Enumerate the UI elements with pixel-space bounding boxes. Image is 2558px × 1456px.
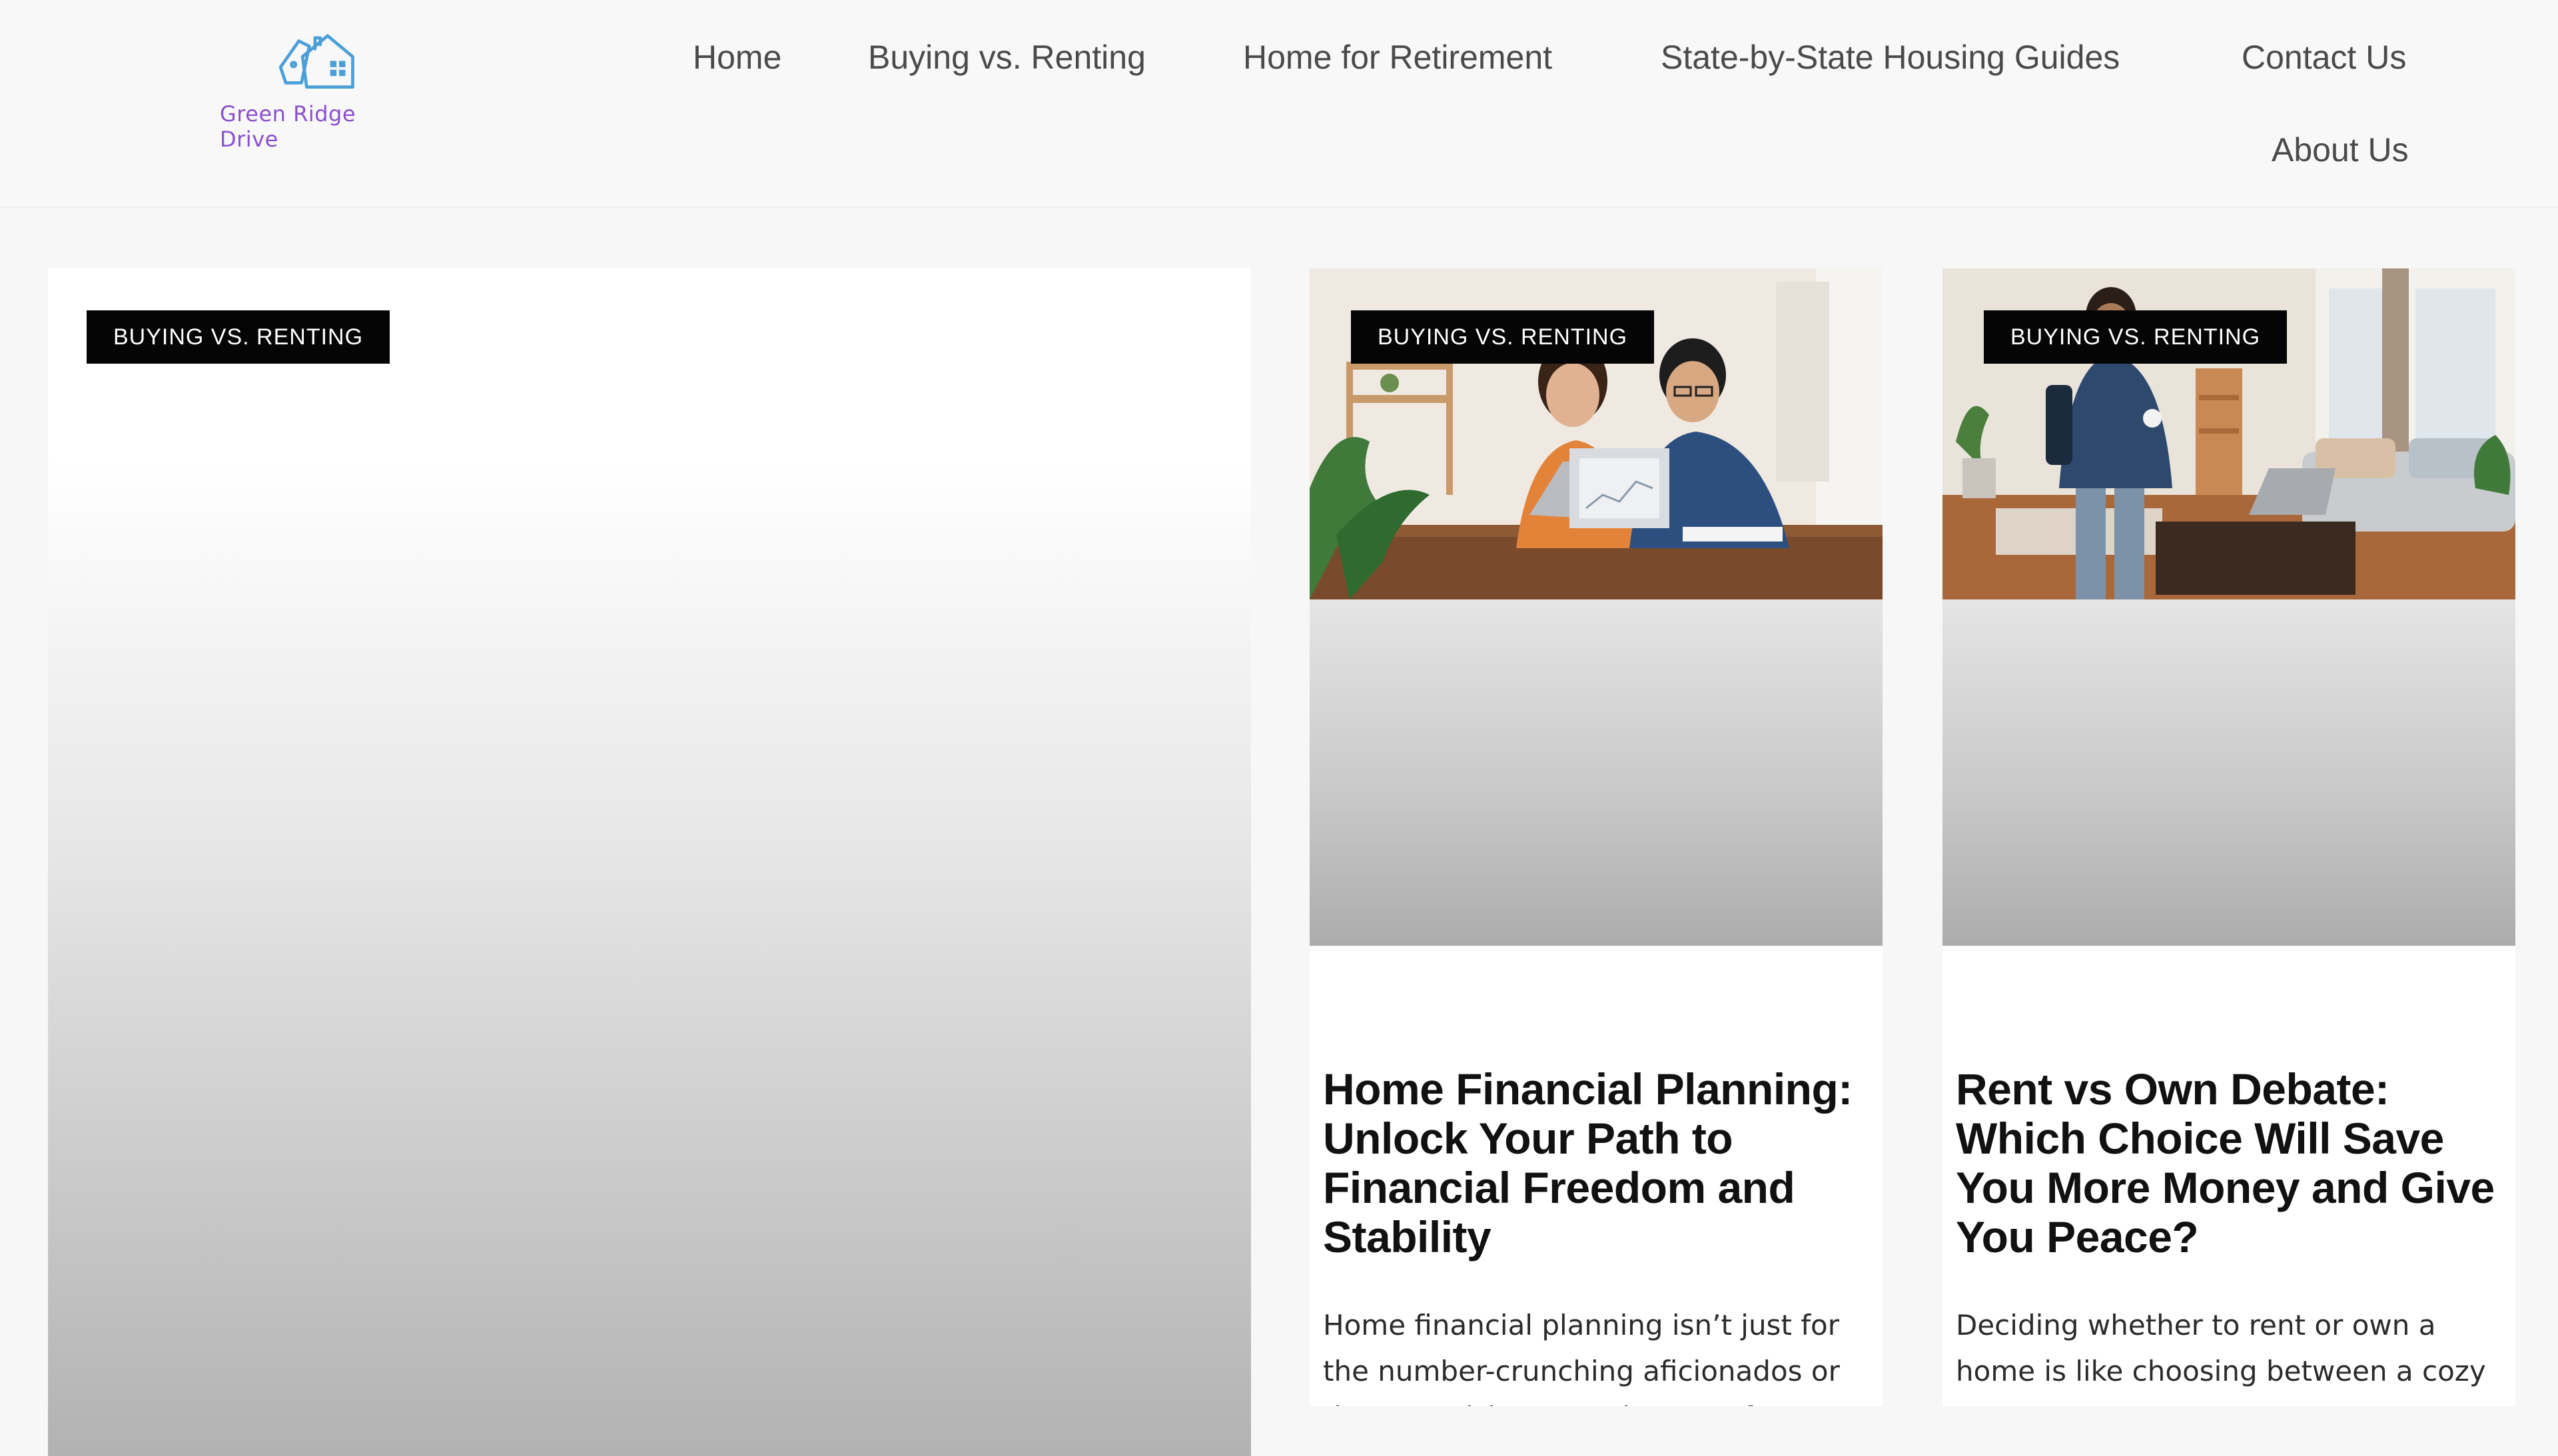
post-excerpt: Deciding whether to rent or own a home i… <box>1956 1309 2486 1406</box>
image-overlay <box>1942 599 2515 946</box>
post-card[interactable]: BUYING VS. RENTING Home Financial Planni… <box>1310 268 1883 1406</box>
post-title[interactable]: Home Financial Planning: Unlock Your Pat… <box>1323 1064 1869 1262</box>
couple-at-laptop-photo[interactable]: BUYING VS. RENTING <box>1310 268 1883 599</box>
nav-about-us[interactable]: About Us <box>2272 130 2409 170</box>
category-badge[interactable]: BUYING VS. RENTING <box>1984 310 2288 364</box>
site-header: Green Ridge Drive Home Buying vs. Rentin… <box>0 0 2558 208</box>
nav-contact-us[interactable]: Contact Us <box>2242 37 2406 77</box>
man-in-living-room-photo[interactable]: BUYING VS. RENTING <box>1942 268 2515 599</box>
category-badge[interactable]: BUYING VS. RENTING <box>1351 310 1655 364</box>
featured-post-card[interactable]: BUYING VS. RENTING <box>48 268 1251 1456</box>
nav-home-for-retirement[interactable]: Home for Retirement <box>1243 37 1552 77</box>
post-card[interactable]: BUYING VS. RENTING Rent vs Own Debate: W… <box>1942 268 2515 1406</box>
category-badge[interactable]: BUYING VS. RENTING <box>87 310 390 364</box>
nav-home[interactable]: Home <box>693 37 781 77</box>
post-title[interactable]: Rent vs Own Debate: Which Choice Will Sa… <box>1956 1064 2502 1262</box>
featured-image-placeholder <box>48 268 1251 1456</box>
post-excerpt: Home financial planning isn’t just for t… <box>1323 1309 1840 1406</box>
nav-buying-vs-renting[interactable]: Buying vs. Renting <box>868 37 1146 77</box>
nav-state-guides[interactable]: State-by-State Housing Guides <box>1661 37 2120 77</box>
main-nav: Home Buying vs. Renting Home for Retirem… <box>0 0 2558 206</box>
image-overlay <box>1310 599 1883 946</box>
